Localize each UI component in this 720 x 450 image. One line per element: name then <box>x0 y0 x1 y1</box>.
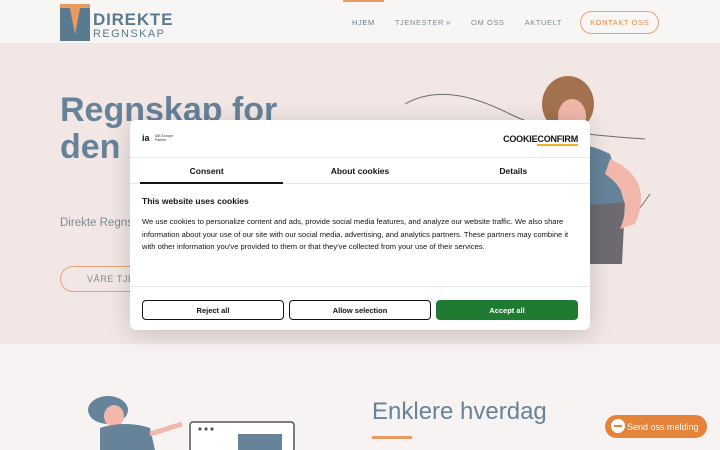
accept-all-button[interactable]: Accept all <box>436 300 578 320</box>
cookie-description: We use cookies to personalize content an… <box>142 217 569 251</box>
cookieconfirm-logo-ookie: OOKIE <box>509 134 538 144</box>
allow-selection-button[interactable]: Allow selection <box>289 300 431 320</box>
reject-all-button[interactable]: Reject all <box>142 300 284 320</box>
tab-about-cookies[interactable]: About cookies <box>283 158 436 183</box>
tab-details[interactable]: Details <box>437 158 590 183</box>
cookieconfirm-logo-confirm: CONFIRM <box>537 134 578 146</box>
tab-label: Consent <box>189 165 224 176</box>
tab-consent[interactable]: Consent <box>130 158 284 184</box>
tab-label: Details <box>499 165 528 176</box>
cookieconfirm-logo: COOKIECONFIRM <box>503 134 578 146</box>
cookie-dialog-header: ia IAB Europe Partner COOKIECONFIRM <box>130 120 590 156</box>
iab-logo-text: ia <box>142 133 150 143</box>
iab-logo-subtext: IAB Europe Partner <box>155 134 173 142</box>
cookie-dialog-body: This website uses cookies We use cookies… <box>142 196 580 254</box>
cookie-heading: This website uses cookies <box>142 196 249 206</box>
cookie-tabs: Consent About cookies Details <box>130 157 590 184</box>
cookie-dialog-footer: Reject all Allow selection Accept all <box>130 286 590 330</box>
tab-label: About cookies <box>330 165 390 176</box>
cookie-dialog: ia IAB Europe Partner COOKIECONFIRM Cons… <box>130 120 590 330</box>
iab-logo: ia IAB Europe Partner <box>142 133 182 145</box>
